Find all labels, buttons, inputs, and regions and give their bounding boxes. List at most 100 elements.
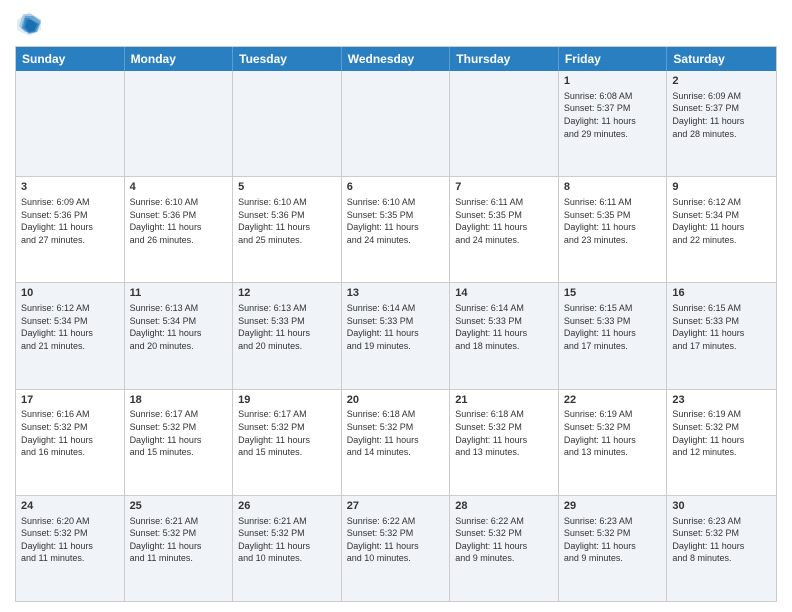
cal-cell-empty-1 <box>125 71 234 176</box>
calendar-row-1: 3Sunrise: 6:09 AM Sunset: 5:36 PM Daylig… <box>16 176 776 282</box>
day-info: Sunrise: 6:22 AM Sunset: 5:32 PM Dayligh… <box>347 515 445 565</box>
header <box>15 10 777 38</box>
cal-cell-11: 11Sunrise: 6:13 AM Sunset: 5:34 PM Dayli… <box>125 283 234 388</box>
cal-cell-1: 1Sunrise: 6:08 AM Sunset: 5:37 PM Daylig… <box>559 71 668 176</box>
cal-cell-22: 22Sunrise: 6:19 AM Sunset: 5:32 PM Dayli… <box>559 390 668 495</box>
day-number: 11 <box>130 286 228 301</box>
day-number: 13 <box>347 286 445 301</box>
day-info: Sunrise: 6:16 AM Sunset: 5:32 PM Dayligh… <box>21 408 119 458</box>
header-day-thursday: Thursday <box>450 47 559 71</box>
day-info: Sunrise: 6:17 AM Sunset: 5:32 PM Dayligh… <box>238 408 336 458</box>
day-info: Sunrise: 6:09 AM Sunset: 5:36 PM Dayligh… <box>21 196 119 246</box>
header-day-tuesday: Tuesday <box>233 47 342 71</box>
calendar-row-3: 17Sunrise: 6:16 AM Sunset: 5:32 PM Dayli… <box>16 389 776 495</box>
day-number: 18 <box>130 393 228 408</box>
cal-cell-17: 17Sunrise: 6:16 AM Sunset: 5:32 PM Dayli… <box>16 390 125 495</box>
day-number: 17 <box>21 393 119 408</box>
header-day-friday: Friday <box>559 47 668 71</box>
cal-cell-27: 27Sunrise: 6:22 AM Sunset: 5:32 PM Dayli… <box>342 496 451 601</box>
day-info: Sunrise: 6:13 AM Sunset: 5:33 PM Dayligh… <box>238 302 336 352</box>
cal-cell-28: 28Sunrise: 6:22 AM Sunset: 5:32 PM Dayli… <box>450 496 559 601</box>
cal-cell-3: 3Sunrise: 6:09 AM Sunset: 5:36 PM Daylig… <box>16 177 125 282</box>
day-info: Sunrise: 6:23 AM Sunset: 5:32 PM Dayligh… <box>564 515 662 565</box>
cal-cell-empty-4 <box>450 71 559 176</box>
day-info: Sunrise: 6:21 AM Sunset: 5:32 PM Dayligh… <box>130 515 228 565</box>
day-number: 5 <box>238 180 336 195</box>
cal-cell-4: 4Sunrise: 6:10 AM Sunset: 5:36 PM Daylig… <box>125 177 234 282</box>
day-info: Sunrise: 6:10 AM Sunset: 5:36 PM Dayligh… <box>238 196 336 246</box>
day-number: 8 <box>564 180 662 195</box>
day-info: Sunrise: 6:11 AM Sunset: 5:35 PM Dayligh… <box>455 196 553 246</box>
day-info: Sunrise: 6:09 AM Sunset: 5:37 PM Dayligh… <box>672 90 771 140</box>
day-number: 10 <box>21 286 119 301</box>
day-number: 21 <box>455 393 553 408</box>
cal-cell-13: 13Sunrise: 6:14 AM Sunset: 5:33 PM Dayli… <box>342 283 451 388</box>
day-number: 25 <box>130 499 228 514</box>
cal-cell-14: 14Sunrise: 6:14 AM Sunset: 5:33 PM Dayli… <box>450 283 559 388</box>
day-info: Sunrise: 6:18 AM Sunset: 5:32 PM Dayligh… <box>347 408 445 458</box>
calendar-header: SundayMondayTuesdayWednesdayThursdayFrid… <box>16 47 776 71</box>
day-info: Sunrise: 6:15 AM Sunset: 5:33 PM Dayligh… <box>564 302 662 352</box>
day-info: Sunrise: 6:14 AM Sunset: 5:33 PM Dayligh… <box>347 302 445 352</box>
cal-cell-23: 23Sunrise: 6:19 AM Sunset: 5:32 PM Dayli… <box>667 390 776 495</box>
day-info: Sunrise: 6:11 AM Sunset: 5:35 PM Dayligh… <box>564 196 662 246</box>
day-info: Sunrise: 6:12 AM Sunset: 5:34 PM Dayligh… <box>672 196 771 246</box>
cal-cell-empty-3 <box>342 71 451 176</box>
day-number: 14 <box>455 286 553 301</box>
day-number: 26 <box>238 499 336 514</box>
cal-cell-12: 12Sunrise: 6:13 AM Sunset: 5:33 PM Dayli… <box>233 283 342 388</box>
day-info: Sunrise: 6:15 AM Sunset: 5:33 PM Dayligh… <box>672 302 771 352</box>
cal-cell-empty-0 <box>16 71 125 176</box>
day-number: 4 <box>130 180 228 195</box>
header-day-wednesday: Wednesday <box>342 47 451 71</box>
day-info: Sunrise: 6:13 AM Sunset: 5:34 PM Dayligh… <box>130 302 228 352</box>
day-number: 16 <box>672 286 771 301</box>
day-number: 24 <box>21 499 119 514</box>
cal-cell-10: 10Sunrise: 6:12 AM Sunset: 5:34 PM Dayli… <box>16 283 125 388</box>
cal-cell-24: 24Sunrise: 6:20 AM Sunset: 5:32 PM Dayli… <box>16 496 125 601</box>
cal-cell-empty-2 <box>233 71 342 176</box>
day-info: Sunrise: 6:18 AM Sunset: 5:32 PM Dayligh… <box>455 408 553 458</box>
header-day-sunday: Sunday <box>16 47 125 71</box>
day-number: 22 <box>564 393 662 408</box>
logo-icon <box>15 10 43 38</box>
day-info: Sunrise: 6:23 AM Sunset: 5:32 PM Dayligh… <box>672 515 771 565</box>
day-number: 28 <box>455 499 553 514</box>
cal-cell-5: 5Sunrise: 6:10 AM Sunset: 5:36 PM Daylig… <box>233 177 342 282</box>
day-number: 1 <box>564 74 662 89</box>
day-info: Sunrise: 6:19 AM Sunset: 5:32 PM Dayligh… <box>672 408 771 458</box>
day-number: 3 <box>21 180 119 195</box>
day-info: Sunrise: 6:12 AM Sunset: 5:34 PM Dayligh… <box>21 302 119 352</box>
day-number: 20 <box>347 393 445 408</box>
cal-cell-19: 19Sunrise: 6:17 AM Sunset: 5:32 PM Dayli… <box>233 390 342 495</box>
calendar-row-2: 10Sunrise: 6:12 AM Sunset: 5:34 PM Dayli… <box>16 282 776 388</box>
page: SundayMondayTuesdayWednesdayThursdayFrid… <box>0 0 792 612</box>
cal-cell-26: 26Sunrise: 6:21 AM Sunset: 5:32 PM Dayli… <box>233 496 342 601</box>
day-number: 12 <box>238 286 336 301</box>
cal-cell-16: 16Sunrise: 6:15 AM Sunset: 5:33 PM Dayli… <box>667 283 776 388</box>
day-info: Sunrise: 6:10 AM Sunset: 5:35 PM Dayligh… <box>347 196 445 246</box>
calendar-row-4: 24Sunrise: 6:20 AM Sunset: 5:32 PM Dayli… <box>16 495 776 601</box>
day-info: Sunrise: 6:17 AM Sunset: 5:32 PM Dayligh… <box>130 408 228 458</box>
cal-cell-25: 25Sunrise: 6:21 AM Sunset: 5:32 PM Dayli… <box>125 496 234 601</box>
day-number: 9 <box>672 180 771 195</box>
cal-cell-9: 9Sunrise: 6:12 AM Sunset: 5:34 PM Daylig… <box>667 177 776 282</box>
day-number: 30 <box>672 499 771 514</box>
header-day-saturday: Saturday <box>667 47 776 71</box>
cal-cell-8: 8Sunrise: 6:11 AM Sunset: 5:35 PM Daylig… <box>559 177 668 282</box>
day-number: 15 <box>564 286 662 301</box>
header-day-monday: Monday <box>125 47 234 71</box>
calendar-body: 1Sunrise: 6:08 AM Sunset: 5:37 PM Daylig… <box>16 71 776 601</box>
logo <box>15 10 46 38</box>
day-info: Sunrise: 6:19 AM Sunset: 5:32 PM Dayligh… <box>564 408 662 458</box>
day-info: Sunrise: 6:08 AM Sunset: 5:37 PM Dayligh… <box>564 90 662 140</box>
calendar-row-0: 1Sunrise: 6:08 AM Sunset: 5:37 PM Daylig… <box>16 71 776 176</box>
day-info: Sunrise: 6:14 AM Sunset: 5:33 PM Dayligh… <box>455 302 553 352</box>
calendar: SundayMondayTuesdayWednesdayThursdayFrid… <box>15 46 777 602</box>
day-info: Sunrise: 6:21 AM Sunset: 5:32 PM Dayligh… <box>238 515 336 565</box>
cal-cell-18: 18Sunrise: 6:17 AM Sunset: 5:32 PM Dayli… <box>125 390 234 495</box>
day-info: Sunrise: 6:10 AM Sunset: 5:36 PM Dayligh… <box>130 196 228 246</box>
day-info: Sunrise: 6:20 AM Sunset: 5:32 PM Dayligh… <box>21 515 119 565</box>
cal-cell-20: 20Sunrise: 6:18 AM Sunset: 5:32 PM Dayli… <box>342 390 451 495</box>
cal-cell-30: 30Sunrise: 6:23 AM Sunset: 5:32 PM Dayli… <box>667 496 776 601</box>
